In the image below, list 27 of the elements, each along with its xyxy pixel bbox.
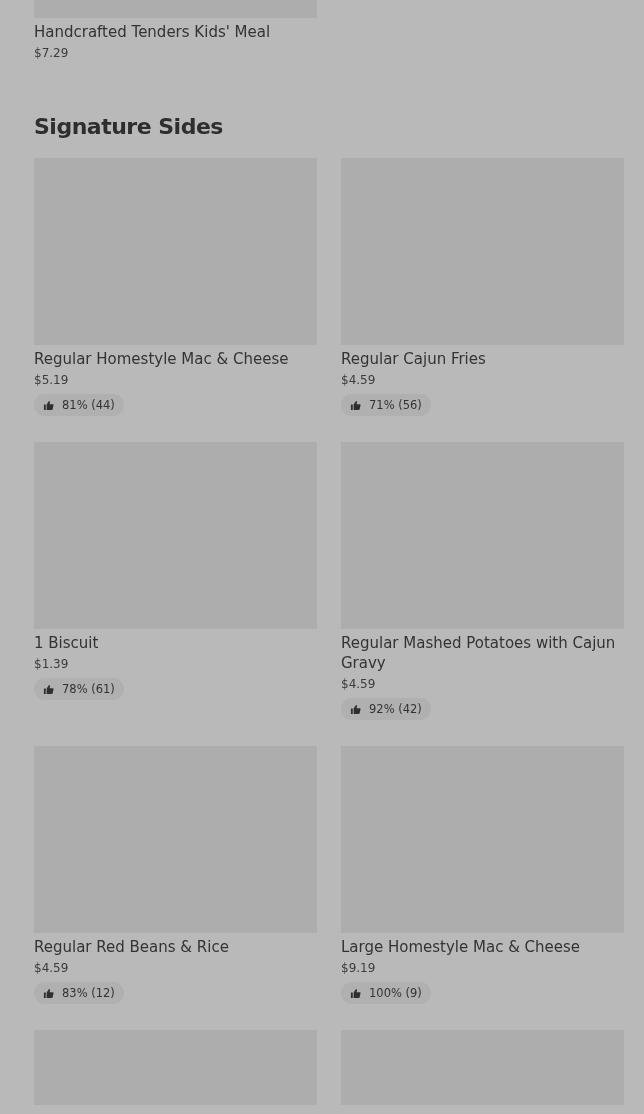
thumbs-up-icon — [43, 399, 54, 411]
item-name[interactable]: Regular Red Beans & Rice — [34, 937, 317, 957]
item-price: $4.59 — [34, 960, 70, 977]
item-price: $9.19 — [341, 960, 377, 977]
item-name: Handcrafted Tenders Kids' Meal — [34, 22, 272, 42]
item-name[interactable]: Large Homestyle Mac & Cheese — [341, 937, 624, 957]
item-price: $4.59 — [341, 676, 377, 693]
thumbs-up-icon — [350, 703, 361, 715]
rating-text: 83% (12) — [62, 986, 115, 1000]
item-price: $4.59 — [341, 372, 377, 389]
thumbs-up-icon — [43, 987, 54, 999]
rating-text: 78% (61) — [62, 682, 115, 696]
section-title: Signature Sides — [34, 114, 224, 140]
rating-text: 100% (9) — [369, 986, 422, 1000]
item-name[interactable]: Regular Homestyle Mac & Cheese — [34, 349, 317, 369]
thumbs-up-icon — [350, 399, 361, 411]
thumbs-up-icon — [43, 683, 54, 695]
item-name[interactable]: Regular Mashed Potatoes with Cajun Gravy — [341, 633, 624, 673]
rating-text: 71% (56) — [369, 398, 422, 412]
item-price: $5.19 — [34, 372, 70, 389]
item-name[interactable]: 1 Biscuit — [34, 633, 317, 653]
item-name[interactable]: Regular Cajun Fries — [341, 349, 624, 369]
rating-text: 81% (44) — [62, 398, 115, 412]
thumbs-up-icon — [350, 987, 361, 999]
item-price: $7.29 — [34, 45, 70, 62]
item-price: $1.39 — [34, 656, 70, 673]
rating-text: 92% (42) — [369, 702, 422, 716]
